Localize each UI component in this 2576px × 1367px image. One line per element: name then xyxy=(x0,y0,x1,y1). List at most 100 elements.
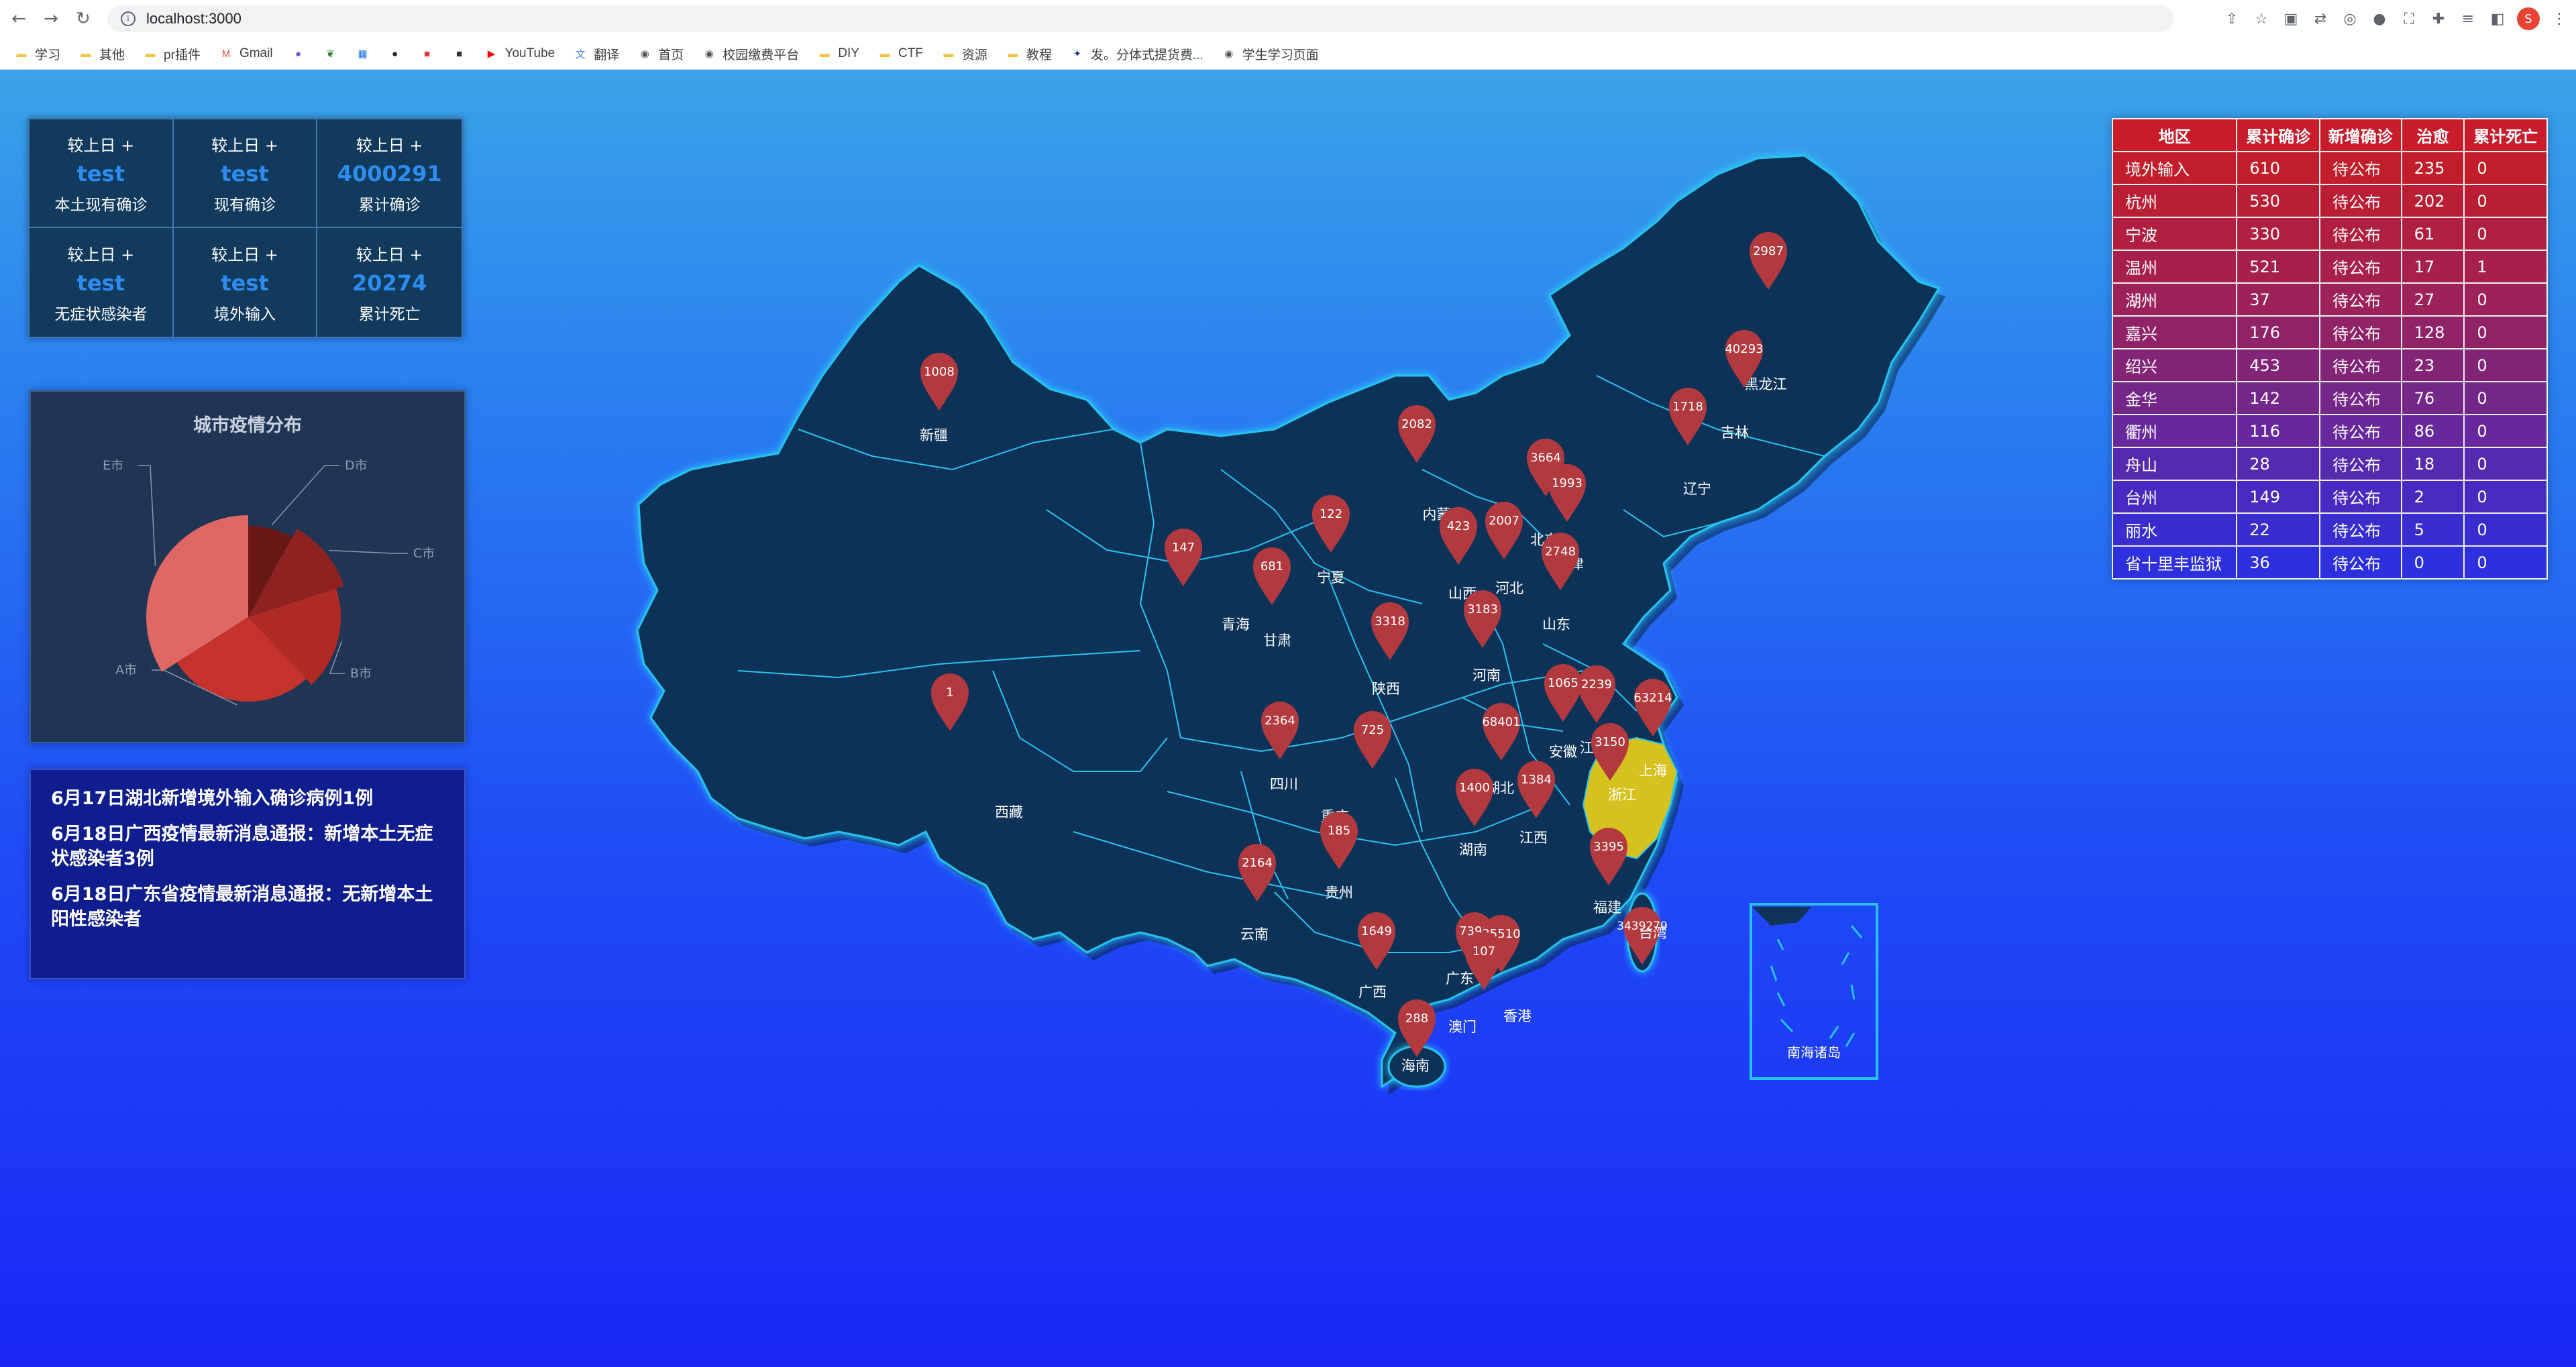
province-label: 四川 xyxy=(1270,776,1298,792)
province-label: 广西 xyxy=(1358,984,1387,1000)
bookmark-item[interactable]: ▬ 教程 xyxy=(1006,45,1052,63)
translate-icon: 文 xyxy=(575,48,586,60)
extension-icon[interactable]: ◎ xyxy=(2340,9,2360,29)
pie-panel: D市 C市 B市 A市 E市 城市疫情分布 xyxy=(30,390,466,743)
bookmark-item[interactable]: ▬ CTF xyxy=(878,46,922,61)
table-header: 新增确诊 xyxy=(2318,118,2402,152)
extension-icon[interactable]: ● xyxy=(2369,9,2390,29)
province-label: 新疆 xyxy=(920,427,948,443)
bookmark-item[interactable]: ▦ xyxy=(356,48,370,60)
pin-value: 68401 xyxy=(1482,715,1520,729)
bookmark-item[interactable]: ✦ 发。分体式提货费... xyxy=(1071,45,1203,63)
province-label: 河北 xyxy=(1495,580,1523,596)
inset-dash xyxy=(1776,938,1784,950)
bookmark-item[interactable]: ● xyxy=(292,48,305,60)
share-icon[interactable]: ⇪ xyxy=(2222,9,2242,29)
table-cell: 86 xyxy=(2400,414,2465,448)
bookmark-item[interactable]: ▬ DIY xyxy=(818,46,859,61)
bookmark-item[interactable]: 文翻译 xyxy=(574,45,620,63)
stat-value: 20274 xyxy=(352,270,427,296)
table-cell: 17 xyxy=(2400,250,2465,284)
pin-value: 3395 xyxy=(1593,840,1624,854)
globe-icon: ◉ xyxy=(704,48,714,60)
table-cell: 杭州 xyxy=(2111,184,2238,218)
inset-dash xyxy=(1776,992,1786,1007)
site-info-icon[interactable]: i xyxy=(121,11,136,26)
toolbar: ⇪ ☆ ▣ ⇄ ◎ ● ⛶ ✚ ≡ ◧ S ⋮ xyxy=(2222,5,2569,32)
blue-circle-icon: ● xyxy=(295,48,302,60)
stat-value: 4000291 xyxy=(337,160,442,186)
sidebar-icon[interactable]: ◧ xyxy=(2487,9,2508,29)
bookmark-item[interactable]: ◉ 首页 xyxy=(638,45,684,63)
star-icon[interactable]: ☆ xyxy=(2251,9,2271,29)
table-cell: 湖州 xyxy=(2111,282,2238,317)
province-label: 山东 xyxy=(1542,616,1570,633)
pin-value: 3664 xyxy=(1530,451,1561,465)
back-icon[interactable]: ← xyxy=(5,5,32,32)
news-item[interactable]: 6月18日广东省疫情最新消息通报：无新增本土阳性感染者 xyxy=(51,882,444,932)
table-cell: 台州 xyxy=(2111,480,2238,514)
table-cell: 61 xyxy=(2400,217,2465,251)
forward-icon[interactable]: → xyxy=(38,5,64,32)
province-label: 海南 xyxy=(1401,1058,1430,1074)
pin-value: 147 xyxy=(1172,541,1195,555)
table-cell: 待公布 xyxy=(2318,282,2402,317)
table-cell: 28 xyxy=(2236,447,2320,481)
province-label: 西藏 xyxy=(995,804,1023,820)
dark-app-icon: ■ xyxy=(456,48,463,60)
bookmark-item[interactable]: ▬ pr插件 xyxy=(144,45,201,63)
bookmark-item[interactable]: ◉ 学生学习页面 xyxy=(1222,45,1319,63)
pie-label: A市 xyxy=(115,663,137,677)
news-item[interactable]: 6月18日广西疫情最新消息通报：新增本土无症状感染者3例 xyxy=(51,822,444,871)
bookmark-item[interactable]: ■ xyxy=(421,48,434,60)
inset-dash xyxy=(1770,965,1778,981)
pin-value: 2987 xyxy=(1753,244,1784,258)
bookmark-item[interactable]: ◉ 校园缴费平台 xyxy=(702,45,800,63)
bookmark-item[interactable]: ● xyxy=(388,48,402,60)
table-row: 温州 521 待公布 17 1 xyxy=(2111,250,2548,284)
table-cell: 待公布 xyxy=(2318,480,2402,514)
province-label: 陕西 xyxy=(1372,681,1400,697)
table-cell: 嘉兴 xyxy=(2111,315,2238,349)
translate-icon[interactable]: ⇄ xyxy=(2310,9,2330,29)
table-cell: 330 xyxy=(2236,217,2320,251)
reading-list-icon[interactable]: ≡ xyxy=(2458,9,2478,29)
address-bar[interactable]: i localhost:3000 xyxy=(107,5,2174,32)
bookmark-item[interactable]: ▶ YouTube xyxy=(485,46,555,61)
table-cell: 23 xyxy=(2400,348,2465,382)
puzzle-icon[interactable]: ✚ xyxy=(2428,9,2449,29)
table-cell: 0 xyxy=(2463,381,2548,415)
inset-dash xyxy=(1780,1018,1794,1033)
bookmark-item[interactable]: ❦ xyxy=(324,48,337,60)
bookmark-label: 学习 xyxy=(35,48,61,62)
pie-label-line xyxy=(271,465,339,525)
reload-icon[interactable]: ↻ xyxy=(70,5,97,32)
address-row: ← → ↻ i localhost:3000 ⇪ ☆ ▣ ⇄ ◎ ● ⛶ ✚ ≡… xyxy=(0,0,2576,38)
stat-value: test xyxy=(76,270,125,296)
screenshot-icon[interactable]: ⛶ xyxy=(2399,9,2419,29)
bookmark-item[interactable]: ▬ 学习 xyxy=(15,45,61,63)
table-cell: 待公布 xyxy=(2318,315,2402,349)
table-cell: 舟山 xyxy=(2111,447,2238,481)
stat-cell: 较上日 + test 现有确诊 xyxy=(173,119,318,228)
table-cell: 待公布 xyxy=(2318,151,2402,185)
menu-icon[interactable]: ⋮ xyxy=(2549,9,2569,29)
bookmark-item[interactable]: ▬ 其他 xyxy=(79,45,125,63)
table-header: 累计确诊 xyxy=(2236,118,2320,152)
avatar[interactable]: S xyxy=(2517,7,2540,30)
news-item[interactable]: 6月17日湖北新增境外输入确诊病例1例 xyxy=(51,786,444,811)
pin-value: 2748 xyxy=(1545,545,1576,559)
table-cell: 温州 xyxy=(2111,250,2238,284)
bookmark-item[interactable]: M Gmail xyxy=(219,46,273,61)
bookmark-item[interactable]: ■ xyxy=(453,48,466,60)
folder-icon: ▬ xyxy=(16,48,27,60)
extension-icon[interactable]: ▣ xyxy=(2281,9,2301,29)
bookmark-item[interactable]: ▬ 资源 xyxy=(942,45,987,63)
table-row: 衢州 116 待公布 86 0 xyxy=(2111,414,2548,448)
bookmark-label: 其他 xyxy=(99,48,125,62)
pin-value: 423 xyxy=(1447,519,1470,533)
table-cell: 绍兴 xyxy=(2111,348,2238,382)
stats-panel: 较上日 + test 本土现有确诊 较上日 + test 现有确诊 较上日 +4000291… xyxy=(28,118,463,338)
bookmarks-bar: ▬ 学习 ▬ 其他 ▬ pr插件 M Gmail ● ❦ ▦ ● ■ ■ ▶ YouTube 文翻译 ◉ 首页 ◉ 校园… xyxy=(0,38,2576,70)
url-text[interactable]: localhost:3000 xyxy=(146,10,241,28)
